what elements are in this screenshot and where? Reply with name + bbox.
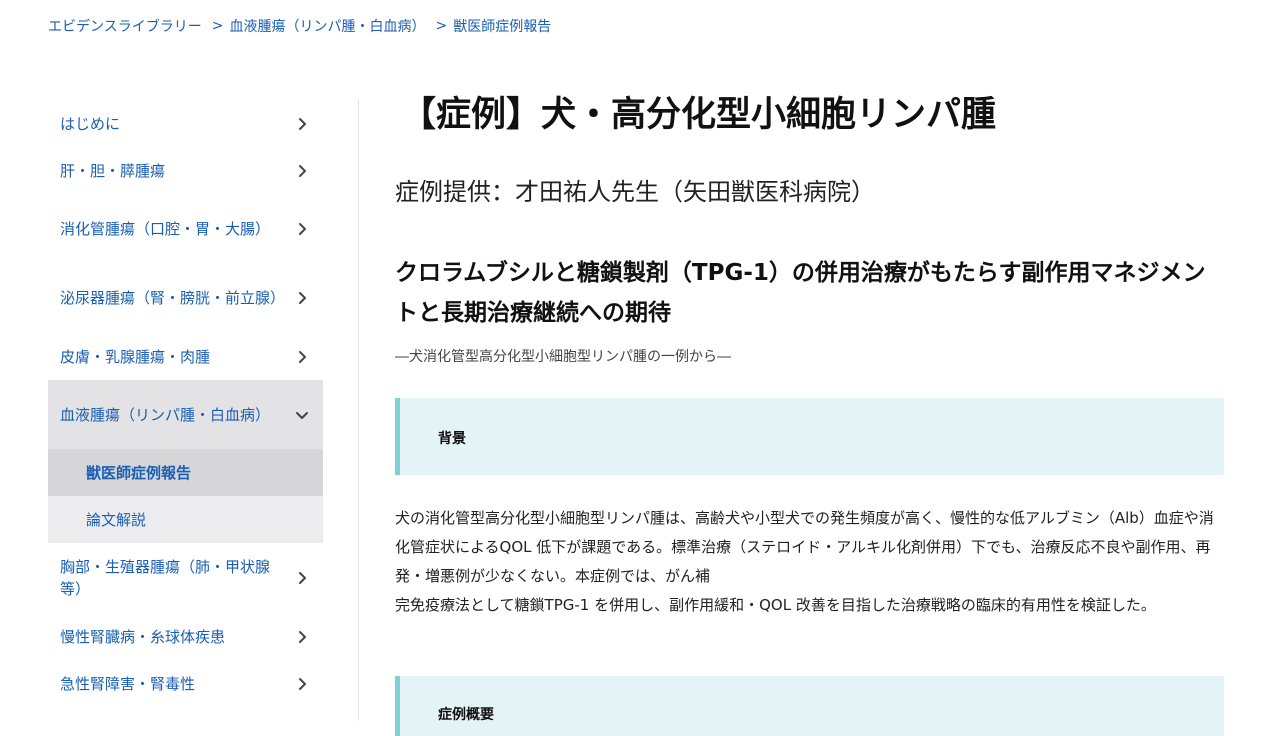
case-provider: 症例提供：才田祐人先生（矢田獣医科病院） — [395, 178, 875, 206]
breadcrumb-separator: > — [211, 18, 224, 34]
breadcrumb: エビデンスライブラリー > 血液腫瘍（リンパ腫・白血病） > 獣医師症例報告 — [48, 14, 551, 38]
sidebar-item-label: 泌尿器腫瘍（腎・膀胱・前立腺） — [60, 289, 286, 307]
chevron-right-icon — [295, 222, 309, 236]
sidebar-item-label: 肝・胆・膵腫瘍 — [60, 162, 166, 180]
sidebar-item-acute-kidney[interactable]: 急性腎障害・腎毒性 — [48, 660, 323, 707]
section-title: 背景 — [438, 431, 466, 447]
sidebar-nav: はじめに 肝・胆・膵腫瘍 消化管腫瘍（口腔・胃・大腸） 泌尿器腫瘍（腎・膀胱・前… — [48, 100, 323, 707]
sidebar-item-label: 慢性腎臓病・糸球体疾患 — [60, 627, 226, 646]
breadcrumb-vet-case-reports[interactable]: 獣医師症例報告 — [453, 16, 551, 36]
sidebar-item-label: 急性腎障害・腎毒性 — [60, 674, 196, 693]
page-title: 【症例】犬・高分化型小細胞リンパ腫 — [401, 95, 997, 135]
chevron-right-icon — [295, 350, 309, 364]
sidebar-item-chronic-kidney[interactable]: 慢性腎臓病・糸球体疾患 — [48, 613, 323, 660]
sidebar-item-label: 血液腫瘍（リンパ腫・白血病） — [60, 405, 271, 424]
chevron-right-icon — [295, 164, 309, 178]
section-header-background: 背景 — [395, 398, 1224, 475]
sidebar-item-label: 消化管腫瘍（口腔・胃・大腸） — [60, 219, 271, 238]
breadcrumb-separator: > — [435, 18, 448, 34]
paragraph: 犬の消化管型高分化型小細胞型リンパ腫は、高齢犬や小型犬での発生頻度が高く、慢性的… — [395, 509, 1214, 585]
sidebar-item-label: 胸部・生殖器腫瘍（肺・甲状腺等） — [60, 558, 271, 598]
article-subtitle: クロラムブシルと糖鎖製剤（TPG-1）の併用治療がもたらす副作用マネジメントと長… — [395, 260, 1206, 327]
section-title: 症例概要 — [438, 707, 494, 723]
sidebar-subitem-paper-review[interactable]: 論文解説 — [48, 496, 323, 543]
background-text: 犬の消化管型高分化型小細胞型リンパ腫は、高齢犬や小型犬での発生頻度が高く、慢性的… — [395, 504, 1224, 620]
sidebar-item-liver-tumor[interactable]: 肝・胆・膵腫瘍 — [48, 148, 323, 194]
sidebar-divider — [358, 100, 359, 721]
sidebar-subitem-vet-case-reports[interactable]: 獣医師症例報告 — [48, 449, 323, 496]
chevron-right-icon — [295, 630, 309, 644]
chevron-right-icon — [295, 677, 309, 691]
breadcrumb-evidence-library[interactable]: エビデンスライブラリー — [48, 16, 202, 36]
sidebar-item-label: 皮膚・乳腺腫瘍・肉腫 — [60, 347, 211, 366]
article-lead: ―犬消化管型高分化型小細胞型リンパ腫の一例から― — [395, 349, 731, 365]
breadcrumb-blood-tumor[interactable]: 血液腫瘍（リンパ腫・白血病） — [229, 16, 425, 36]
sidebar-item-label: はじめに — [60, 115, 121, 133]
sidebar-item-skin-tumor[interactable]: 皮膚・乳腺腫瘍・肉腫 — [48, 333, 323, 380]
chevron-down-icon — [295, 408, 309, 422]
sidebar-item-digestive-tumor[interactable]: 消化管腫瘍（口腔・胃・大腸） — [48, 194, 323, 263]
sidebar-item-urinary-tumor[interactable]: 泌尿器腫瘍（腎・膀胱・前立腺） — [48, 263, 323, 333]
sidebar-item-blood-tumor[interactable]: 血液腫瘍（リンパ腫・白血病） — [48, 380, 323, 449]
chevron-right-icon — [295, 117, 309, 131]
sidebar-item-chest-tumor[interactable]: 胸部・生殖器腫瘍（肺・甲状腺等） — [48, 543, 323, 613]
chevron-right-icon — [295, 571, 309, 585]
sidebar-item-introduction[interactable]: はじめに — [48, 100, 323, 148]
paragraph: 完免疫療法として糖鎖TPG-1 を併用し、副作用緩和・QOL 改善を目指した治療… — [395, 596, 1156, 614]
chevron-right-icon — [295, 291, 309, 305]
section-header-case-summary: 症例概要 — [395, 676, 1224, 736]
